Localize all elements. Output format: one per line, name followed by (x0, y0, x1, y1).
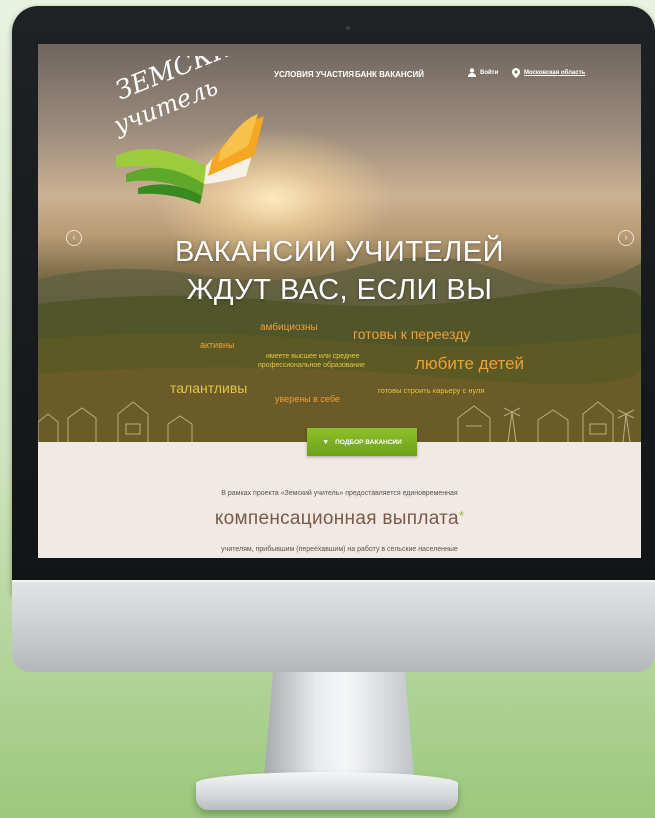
user-icon (468, 68, 476, 77)
hero-banner: УСЛОВИЯ УЧАСТИЯ БАНК ВАКАНСИЙ Войти Моск… (38, 44, 641, 442)
hero-title-line1: ВАКАНСИИ УЧИТЕЛЕЙ (175, 236, 504, 268)
trait-ambitious: амбициозны (260, 322, 318, 333)
nav-link-vacancies[interactable]: БАНК ВАКАНСИЙ (355, 70, 424, 79)
region-label: Московская область (524, 70, 586, 76)
trait-education-line1: имеете высшее или среднее (266, 353, 360, 360)
trait-relocate: готовы к переезду (353, 326, 471, 342)
info-intro-text: В рамках проекта «Земский учитель» предо… (221, 490, 458, 497)
vacancy-search-button[interactable]: ▼ ПОДБОР ВАКАНСИИ (307, 428, 417, 456)
info-tail-text: учителям, прибывшим (переехавшим) на раб… (221, 546, 458, 553)
trait-love-children: любите детей (415, 354, 525, 373)
zemsky-uchitel-logo[interactable]: ЗЕМСКИЙ учитель (108, 56, 266, 206)
screen: УСЛОВИЯ УЧАСТИЯ БАНК ВАКАНСИЙ Войти Моск… (38, 44, 641, 558)
hero-title-line2: ЖДУТ ВАС, ЕСЛИ ВЫ (186, 274, 493, 306)
location-pin-icon (512, 68, 520, 78)
trait-talented: талантливы (170, 380, 248, 396)
monitor-stand-neck (264, 672, 414, 776)
region-selector[interactable]: Московская область (512, 68, 585, 78)
trait-active: активны (200, 340, 235, 350)
vacancy-search-label: ПОДБОР ВАКАНСИИ (335, 438, 402, 446)
info-section: В рамках проекта «Земский учитель» предо… (38, 442, 641, 558)
triangle-down-icon: ▼ (322, 438, 330, 446)
login-label: Войти (480, 69, 499, 76)
nav-link-conditions[interactable]: УСЛОВИЯ УЧАСТИЯ (274, 70, 354, 79)
info-highlight-text: компенсационная выплата (214, 508, 459, 529)
trait-career: готовы строить карьеру с нуля (378, 386, 485, 395)
info-highlight: компенсационная выплата* (38, 508, 641, 530)
camera-dot (346, 26, 350, 30)
monitor-stand-base (196, 772, 458, 810)
info-highlight-mark: * (458, 508, 465, 523)
login-button[interactable]: Войти (468, 68, 498, 77)
monitor-chin (12, 580, 655, 672)
trait-confident: уверены в себе (275, 394, 340, 404)
trait-education-line2: профессиональное образование (258, 362, 365, 369)
